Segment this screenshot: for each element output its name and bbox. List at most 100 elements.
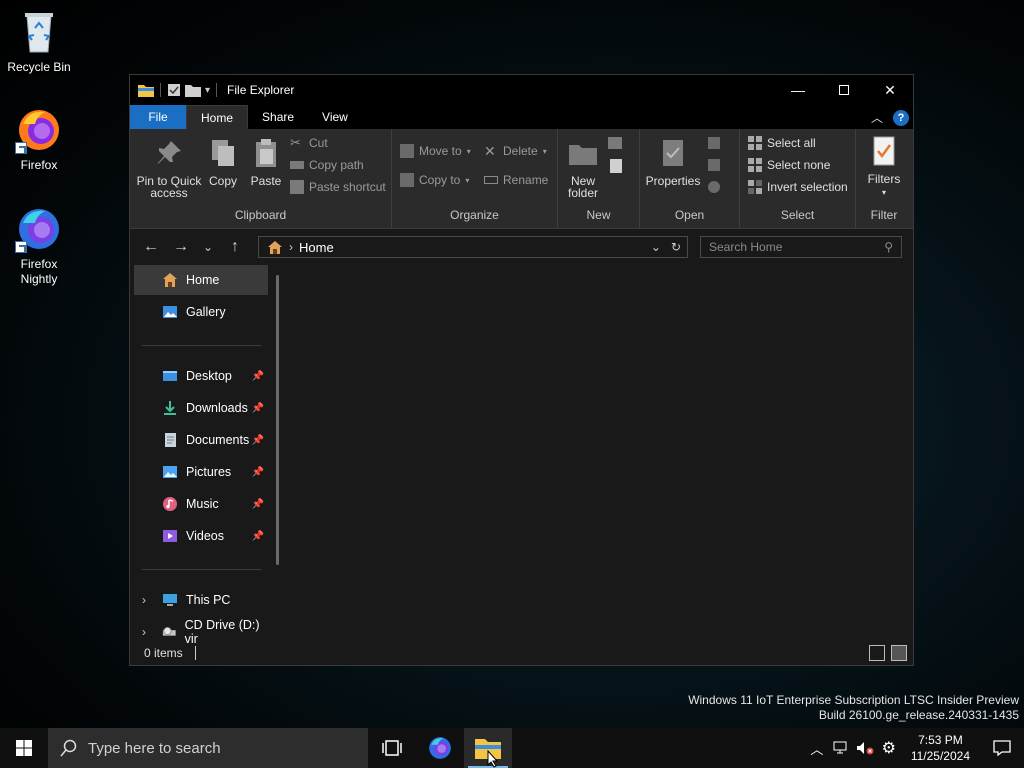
address-bar[interactable]: › Home ⌄ ↻: [258, 236, 688, 258]
new-folder-button[interactable]: New folder: [564, 137, 602, 199]
open-group-label: Open: [674, 208, 705, 222]
move-to-dropdown-icon: ▾: [466, 146, 471, 156]
folder-app-icon: [138, 85, 154, 97]
desktop-icon-firefox-nightly[interactable]: Firefox Nightly: [0, 205, 78, 287]
collapse-ribbon-icon[interactable]: ︿: [871, 109, 883, 126]
nav-item-music[interactable]: Music 📌: [134, 489, 268, 519]
minimize-button[interactable]: —: [775, 75, 821, 105]
copy-to-button[interactable]: Copy to ▾: [400, 170, 469, 190]
delete-icon: ✕: [484, 143, 496, 159]
pin-icon[interactable]: 📌: [252, 499, 264, 510]
invert-selection-button[interactable]: Invert selection: [748, 177, 848, 197]
paste-button[interactable]: Paste: [248, 137, 284, 187]
tab-share[interactable]: Share: [248, 105, 308, 129]
show-hidden-icons-icon[interactable]: ︿: [805, 739, 829, 758]
network-icon[interactable]: [829, 741, 853, 755]
new-item-icon[interactable]: [608, 137, 622, 149]
minimize-icon: —: [791, 82, 805, 98]
firefox-nightly-label: Firefox Nightly: [20, 257, 58, 286]
task-view-icon: [382, 740, 402, 756]
file-explorer-window: ▾ File Explorer — ✕ File Home Share View…: [129, 74, 914, 666]
notification-icon: [993, 740, 1011, 756]
pin-icon[interactable]: 📌: [252, 371, 264, 382]
recent-locations-button[interactable]: ⌄: [196, 232, 220, 262]
back-button[interactable]: ←: [136, 232, 166, 262]
volume-muted-icon[interactable]: [853, 741, 877, 755]
file-list-area[interactable]: [286, 265, 913, 642]
select-none-button[interactable]: Select none: [748, 155, 830, 175]
rename-button[interactable]: Rename: [484, 170, 548, 190]
pin-icon[interactable]: 📌: [252, 467, 264, 478]
title-bar[interactable]: ▾ File Explorer — ✕: [130, 75, 913, 105]
select-all-button[interactable]: Select all: [748, 133, 816, 153]
tab-file[interactable]: File: [130, 105, 186, 129]
tab-home[interactable]: Home: [186, 105, 249, 129]
windows-logo-icon: [16, 740, 32, 756]
clipboard-group: Pin to Quick access Copy Paste ✂ Cut Cop…: [130, 129, 392, 228]
system-tray: ︿ ⚙ 7:53 PM 11/25/2024: [805, 728, 1024, 768]
nav-downloads-label: Downloads: [186, 401, 248, 415]
nav-divider: [142, 345, 262, 346]
maximize-button[interactable]: [821, 75, 867, 105]
notifications-button[interactable]: [980, 740, 1024, 756]
paste-shortcut-button[interactable]: Paste shortcut: [290, 177, 386, 197]
pin-icon[interactable]: 📌: [252, 435, 264, 446]
expand-chevron-icon[interactable]: ›: [142, 593, 146, 607]
up-arrow-icon: ↑: [231, 238, 239, 255]
edit-icon[interactable]: [708, 159, 720, 171]
qat-dropdown-icon[interactable]: ▾: [205, 85, 210, 96]
details-view-button[interactable]: [869, 645, 885, 661]
expand-chevron-icon[interactable]: ›: [142, 625, 146, 639]
nav-item-pictures[interactable]: Pictures 📌: [134, 457, 268, 487]
nav-item-downloads[interactable]: Downloads 📌: [134, 393, 268, 423]
up-button[interactable]: ↑: [220, 232, 250, 262]
delete-button[interactable]: ✕ Delete ▾: [484, 141, 547, 161]
task-view-button[interactable]: [368, 728, 416, 768]
filters-button[interactable]: Filters ▾: [862, 135, 906, 199]
start-button[interactable]: [0, 728, 48, 768]
pin-icon[interactable]: 📌: [252, 531, 264, 542]
history-icon[interactable]: [708, 181, 720, 193]
nav-item-desktop[interactable]: Desktop 📌: [134, 361, 268, 391]
help-icon[interactable]: ?: [893, 109, 909, 126]
status-divider: [194, 646, 196, 660]
large-icons-view-button[interactable]: [891, 645, 907, 661]
address-path: Home: [299, 239, 334, 255]
clock-date: 11/25/2024: [910, 749, 970, 763]
ribbon: Pin to Quick access Copy Paste ✂ Cut Cop…: [130, 129, 913, 229]
properties-button[interactable]: Properties: [644, 137, 702, 187]
pin-to-quick-access-button[interactable]: Pin to Quick access: [136, 137, 202, 199]
copy-to-icon: [400, 173, 414, 187]
move-to-button[interactable]: Move to ▾: [400, 141, 471, 161]
copy-button[interactable]: Copy: [206, 137, 240, 187]
taskbar-search-box[interactable]: Type here to search: [48, 728, 368, 768]
nav-scrollbar[interactable]: [276, 275, 279, 565]
copy-path-button[interactable]: Copy path: [290, 155, 364, 175]
desktop-icon-recycle-bin[interactable]: Recycle Bin: [0, 8, 78, 75]
new-folder-qat-icon[interactable]: [185, 83, 201, 97]
nav-item-this-pc[interactable]: › This PC: [134, 585, 268, 615]
easy-access-icon[interactable]: [610, 159, 622, 173]
search-box[interactable]: Search Home ⚲: [700, 236, 902, 258]
desktop-icon-firefox[interactable]: Firefox: [0, 106, 78, 173]
nav-divider: [142, 569, 262, 570]
rename-label: Rename: [503, 173, 549, 187]
clock[interactable]: 7:53 PM 11/25/2024: [901, 732, 980, 764]
nav-item-videos[interactable]: Videos 📌: [134, 521, 268, 551]
address-dropdown-icon[interactable]: ⌄: [651, 240, 661, 254]
open-icon[interactable]: [708, 137, 720, 149]
nav-item-gallery[interactable]: Gallery: [134, 297, 268, 327]
nav-item-documents[interactable]: Documents 📌: [134, 425, 268, 455]
tab-view[interactable]: View: [308, 105, 362, 129]
refresh-icon[interactable]: ↻: [671, 240, 681, 254]
pin-icon[interactable]: 📌: [252, 403, 264, 414]
settings-gear-icon[interactable]: ⚙: [877, 738, 901, 758]
filter-group: Filters ▾ Filter: [856, 129, 912, 228]
properties-qat-icon[interactable]: [167, 83, 181, 97]
cut-button[interactable]: ✂ Cut: [290, 133, 328, 153]
nav-item-home[interactable]: Home: [134, 265, 268, 295]
taskbar-firefox-nightly[interactable]: [416, 728, 464, 768]
close-button[interactable]: ✕: [867, 75, 913, 105]
forward-button[interactable]: →: [166, 232, 196, 262]
firefox-icon: [15, 106, 63, 154]
